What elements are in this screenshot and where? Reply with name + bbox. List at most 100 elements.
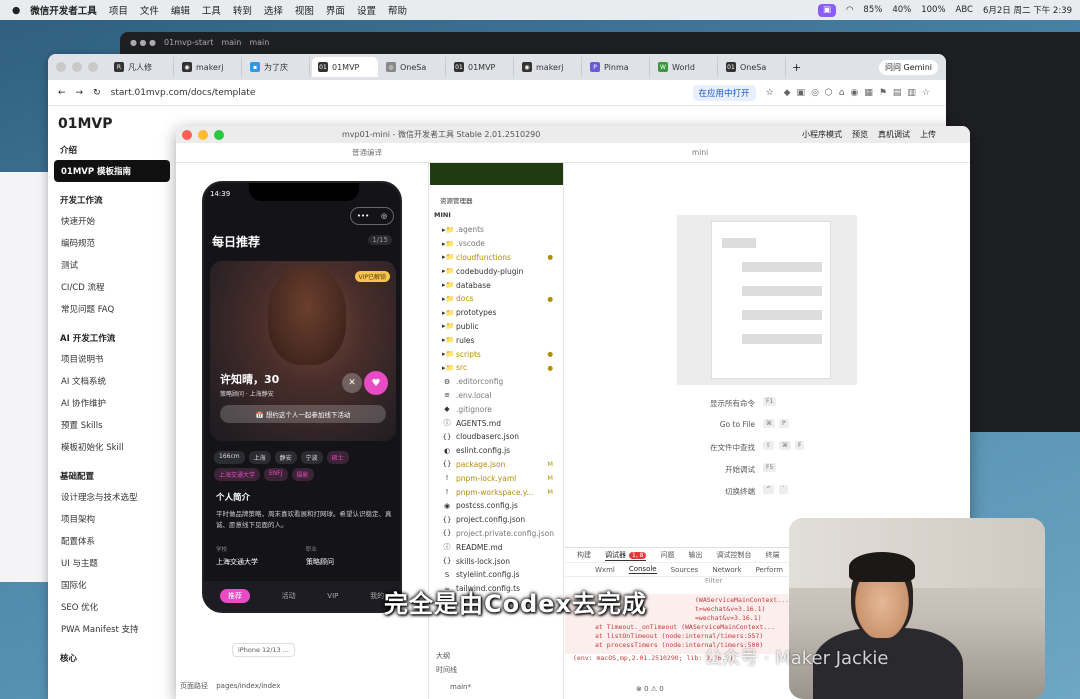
tab-5[interactable]: ◎ OneSa — [380, 57, 446, 77]
file-tree-item[interactable]: {} cloudbaserc.json — [430, 430, 563, 444]
input-method[interactable]: ABC — [956, 5, 973, 15]
url-field[interactable]: start.01mvp.com/docs/template — [111, 88, 683, 98]
screen-record-icon[interactable]: ▣ — [817, 3, 836, 17]
clock[interactable]: 6月2日 周二 下午 2:39 — [983, 4, 1072, 16]
file-tree-item[interactable]: {} skills-lock.json — [430, 554, 563, 568]
sidebar-item-template-guide[interactable]: 01MVP 模板指南 — [54, 160, 170, 182]
command-find-in-files[interactable]: 在文件中查找 — [595, 442, 755, 453]
file-tree-item[interactable]: {} project.private.config.json — [430, 527, 563, 541]
tab-activity[interactable]: 活动 — [282, 591, 296, 601]
memory-status[interactable]: 85% — [863, 5, 882, 15]
page-path[interactable]: pages/index/index — [216, 682, 280, 690]
window-controls[interactable] — [182, 129, 224, 140]
close-capsule-icon[interactable]: ◎ — [381, 212, 387, 220]
git-branch[interactable]: main* — [450, 683, 471, 691]
back-icon[interactable]: ← — [58, 88, 66, 98]
upload-button[interactable]: 上传 — [920, 129, 936, 140]
menu-interface[interactable]: 界面 — [326, 3, 345, 17]
sidebar-item[interactable]: PWA Manifest 支持 — [48, 618, 176, 640]
dislike-button[interactable]: ✕ — [342, 373, 362, 393]
section-ai-workflow[interactable]: AI 开发工作流 — [60, 332, 176, 344]
menu-view[interactable]: 视图 — [295, 3, 314, 17]
file-tree-item[interactable]: ≡ .env.local — [430, 389, 563, 403]
sidebar-item[interactable]: UI 与主题 — [48, 552, 176, 574]
app-menu[interactable]: 微信开发者工具 — [30, 3, 97, 17]
explorer-root[interactable]: MINI — [430, 209, 563, 223]
subtab-sources[interactable]: Sources — [671, 566, 699, 574]
menu-file[interactable]: 文件 — [140, 3, 159, 17]
file-tree-item[interactable]: {} package.json M — [430, 458, 563, 472]
extensions-icons[interactable]: ◆▣◎⬡⌂◉▦⚑▤▥☆ — [784, 88, 936, 98]
tab-debug-console[interactable]: 调试控制台 — [716, 550, 751, 560]
menu-select[interactable]: 选择 — [264, 3, 283, 17]
sidebar-item[interactable]: 模板初始化 Skill — [48, 436, 176, 458]
tab-vip[interactable]: VIP — [327, 592, 338, 600]
outline-section[interactable]: 大纲 — [436, 651, 450, 661]
profile-card[interactable]: VIP已解锁 许知晴，30 策略顾问 · 上海静安 ✕ ♥ 📅 想约这个人一起参… — [210, 261, 396, 441]
tab-10[interactable]: 01 OneSa — [720, 57, 786, 77]
compile-dropdown[interactable]: 普通编译 — [352, 147, 382, 158]
tab-2[interactable]: ◉ makerj — [176, 57, 242, 77]
open-in-app-button[interactable]: 在应用中打开 — [692, 84, 756, 101]
tab-6[interactable]: 01 01MVP — [448, 57, 514, 77]
tab-3[interactable]: ▪ 为了庆 — [244, 57, 310, 77]
sidebar-item[interactable]: CI/CD 流程 — [48, 276, 176, 298]
mode-dropdown[interactable]: 小程序模式 — [802, 129, 842, 140]
sidebar-item[interactable]: 快速开始 — [48, 210, 176, 232]
reload-icon[interactable]: ↻ — [93, 88, 101, 98]
sidebar-item[interactable]: 常见问题 FAQ — [48, 298, 176, 320]
sidebar-item[interactable]: SEO 优化 — [48, 596, 176, 618]
tab-problems[interactable]: 问题 — [660, 550, 674, 560]
like-heart-button[interactable]: ♥ — [364, 371, 388, 395]
file-tree-item[interactable]: ! pnpm-workspace.y... M — [430, 485, 563, 499]
tab-9[interactable]: W World — [652, 57, 718, 77]
file-tree-item[interactable]: ▸📁 docs ● — [430, 292, 563, 306]
file-tree-item[interactable]: ◆ .gitignore — [430, 402, 563, 416]
apple-icon[interactable]: ● — [12, 5, 20, 16]
gemini-button[interactable]: 问问 Gemini — [879, 59, 938, 75]
tab-4-active[interactable]: 01 01MVP — [312, 57, 378, 77]
file-tree-item[interactable]: ▸📁 cloudfunctions ● — [430, 251, 563, 265]
window-controls[interactable] — [56, 62, 98, 72]
file-tree-item[interactable]: ▸📁 rules — [430, 333, 563, 347]
subtab-network[interactable]: Network — [712, 566, 741, 574]
file-tree-item[interactable]: ▸📁 .agents — [430, 223, 563, 237]
tab-terminal[interactable]: 终端 — [765, 550, 779, 560]
menu-project[interactable]: 项目 — [109, 3, 128, 17]
file-tree-item[interactable]: ⚙ .editorconfig — [430, 375, 563, 389]
file-tree-item[interactable]: ▸📁 scripts ● — [430, 347, 563, 361]
timeline-section[interactable]: 时间线 — [436, 665, 457, 675]
sidebar-item[interactable]: 设计理念与技术选型 — [48, 486, 176, 508]
file-tree-item[interactable]: ▸📁 public — [430, 320, 563, 334]
sidebar-item[interactable]: 预置 Skills — [48, 414, 176, 436]
new-tab-button[interactable]: + — [792, 61, 801, 74]
device-selector[interactable]: iPhone 12/13 ... — [232, 643, 296, 657]
section-core[interactable]: 核心 — [60, 652, 176, 664]
battery-status[interactable]: 100% — [921, 5, 945, 15]
sidebar-item[interactable]: 项目架构 — [48, 508, 176, 530]
forward-icon[interactable]: → — [76, 88, 84, 98]
menu-goto[interactable]: 转到 — [233, 3, 252, 17]
section-dev-workflow[interactable]: 开发工作流 — [60, 194, 176, 206]
menu-edit[interactable]: 编辑 — [171, 3, 190, 17]
file-tree-item[interactable]: ▸📁 database — [430, 278, 563, 292]
command-toggle-terminal[interactable]: 切换终端 — [595, 486, 755, 497]
tab-build[interactable]: 构建 — [577, 550, 591, 560]
subtab-wxml[interactable]: Wxml — [595, 566, 615, 574]
tab-8[interactable]: P Pinma — [584, 57, 650, 77]
file-tree-item[interactable]: {} project.config.json — [430, 513, 563, 527]
site-logo[interactable]: 01MVP — [58, 116, 176, 132]
file-tree-item[interactable]: ◐ eslint.config.js — [430, 444, 563, 458]
sidebar-item[interactable]: AI 文档系统 — [48, 370, 176, 392]
file-tree-item[interactable]: ▸📁 prototypes — [430, 306, 563, 320]
sidebar-item[interactable]: 测试 — [48, 254, 176, 276]
preview-button[interactable]: 预览 — [852, 129, 868, 140]
file-tree-item[interactable]: ⓘ README.md — [430, 540, 563, 554]
section-base-config[interactable]: 基础配置 — [60, 470, 176, 482]
file-tree-item[interactable]: ! pnpm-lock.yaml M — [430, 471, 563, 485]
sidebar-item[interactable]: AI 协作维护 — [48, 392, 176, 414]
file-tree-item[interactable]: ⓘ AGENTS.md — [430, 416, 563, 430]
file-tree-item[interactable]: Sstylelint.config.js — [430, 568, 563, 582]
section-intro[interactable]: 介绍 — [60, 144, 176, 156]
file-tree-item[interactable]: ◉ postcss.config.js — [430, 499, 563, 513]
